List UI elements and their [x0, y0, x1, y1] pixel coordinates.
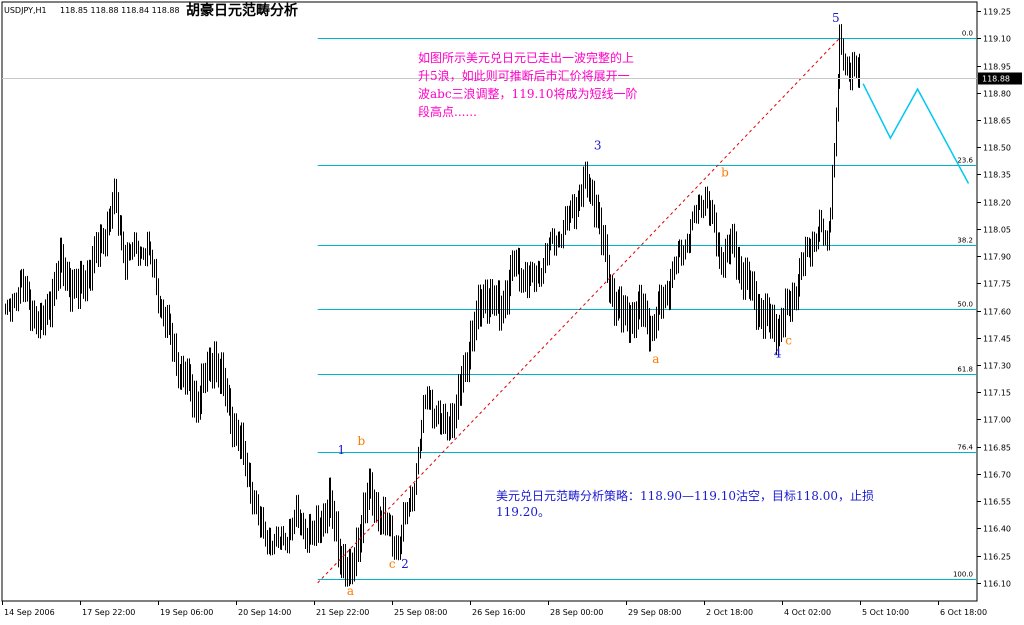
fib-level-label: 100.0: [953, 571, 973, 579]
annotation-line: 段高点......: [418, 104, 477, 119]
x-tick-label: 21 Sep 22:00: [316, 608, 369, 617]
wave-label: 2: [401, 557, 409, 571]
y-tick-label: 116.10: [983, 580, 1011, 589]
fib-level-label: 61.8: [957, 366, 973, 374]
ohlc-readout: 118.85 118.88 118.84 118.88: [60, 6, 180, 15]
x-tick-label: 14 Sep 2006: [4, 608, 55, 617]
wave-label: a: [652, 352, 659, 366]
y-tick-label: 117.75: [983, 280, 1011, 289]
y-tick-label: 116.70: [983, 471, 1011, 480]
wave-label: b: [721, 166, 729, 180]
y-tick-label: 118.20: [983, 199, 1011, 208]
y-tick-label: 118.80: [983, 90, 1011, 99]
fib-level-label: 76.4: [957, 444, 973, 452]
annotation-line: 升5浪，如此则可推断后市汇价将展开一: [418, 68, 630, 83]
fib-level-label: 0.0: [962, 30, 973, 38]
chart-window: 0.0 23.6 38.2 50.0 61.8 76.4 100.0 1bac23ab4c5…: [0, 0, 1024, 625]
y-tick-label: 117.45: [983, 335, 1011, 344]
strategy-line: 美元兑日元范畴分析策略：118.90—119.10沽空，目标118.00，止损: [496, 488, 874, 503]
fib-level-label: 38.2: [957, 237, 973, 245]
annotation-line: 如图所示美元兑日元已走出一波完整的上: [418, 50, 634, 65]
x-tick-label: 26 Sep 16:00: [472, 608, 525, 617]
strategy-annotation: 美元兑日元范畴分析策略：118.90—119.10沽空，目标118.00，止损 …: [496, 488, 874, 519]
y-tick-label: 118.65: [983, 117, 1011, 126]
wave-label: b: [357, 434, 365, 448]
x-tick-label: 6 Oct 18:00: [940, 608, 987, 617]
wave-label: 4: [774, 346, 782, 360]
wave-label: 1: [338, 443, 346, 457]
y-tick-label: 118.35: [983, 171, 1011, 180]
top-annotation: 如图所示美元兑日元已走出一波完整的上 升5浪，如此则可推断后市汇价将展开一 波a…: [418, 50, 638, 119]
x-tick-label: 4 Oct 02:00: [784, 608, 831, 617]
y-tick-label: 118.95: [983, 63, 1011, 72]
x-tick-label: 28 Sep 00:00: [550, 608, 603, 617]
wave-label: c: [785, 334, 792, 348]
x-tick-label: 17 Sep 22:00: [82, 608, 135, 617]
y-tick-label: 117.90: [983, 253, 1011, 262]
x-tick-label: 19 Sep 06:00: [160, 608, 213, 617]
y-tick-label: 117.30: [983, 362, 1011, 371]
symbol-label: USDJPY,H1: [4, 6, 47, 15]
y-tick-label: 118.05: [983, 226, 1011, 235]
y-tick-label: 119.25: [983, 8, 1011, 17]
price-chart: 0.023.638.250.061.876.4100.0 1bac 23ab4c5…: [1, 1, 1022, 617]
y-tick-label: 116.85: [983, 444, 1011, 453]
y-tick-label: 116.55: [983, 498, 1011, 507]
current-price-value: 118.88: [982, 75, 1010, 84]
wave-label: c: [389, 557, 396, 571]
wave-label: a: [347, 584, 354, 598]
y-tick-label: 118.50: [983, 144, 1011, 153]
annotation-line: 波abc三浪调整，119.10将成为短线一阶: [418, 86, 638, 101]
abc-projection-line: [862, 83, 970, 184]
x-tick-label: 20 Sep 14:00: [238, 608, 291, 617]
strategy-line: 119.20。: [496, 505, 550, 519]
y-tick-label: 117.15: [983, 389, 1011, 398]
x-tick-label: 25 Sep 08:00: [394, 608, 447, 617]
chart-title: 胡豪日元范畴分析: [186, 2, 298, 19]
fib-level-label: 23.6: [957, 157, 973, 165]
y-tick-label: 117.00: [983, 416, 1011, 425]
y-tick-label: 116.25: [983, 553, 1011, 562]
y-tick-label: 117.60: [983, 308, 1011, 317]
wave-label: 5: [832, 11, 840, 25]
fib-level-label: 50.0: [957, 301, 973, 309]
x-tick-label: 29 Sep 08:00: [628, 608, 681, 617]
y-tick-label: 119.10: [983, 35, 1011, 44]
y-tick-label: 116.40: [983, 525, 1011, 534]
x-tick-label: 5 Oct 10:00: [862, 608, 909, 617]
x-tick-label: 2 Oct 18:00: [706, 608, 753, 617]
wave-label: 3: [594, 138, 602, 152]
